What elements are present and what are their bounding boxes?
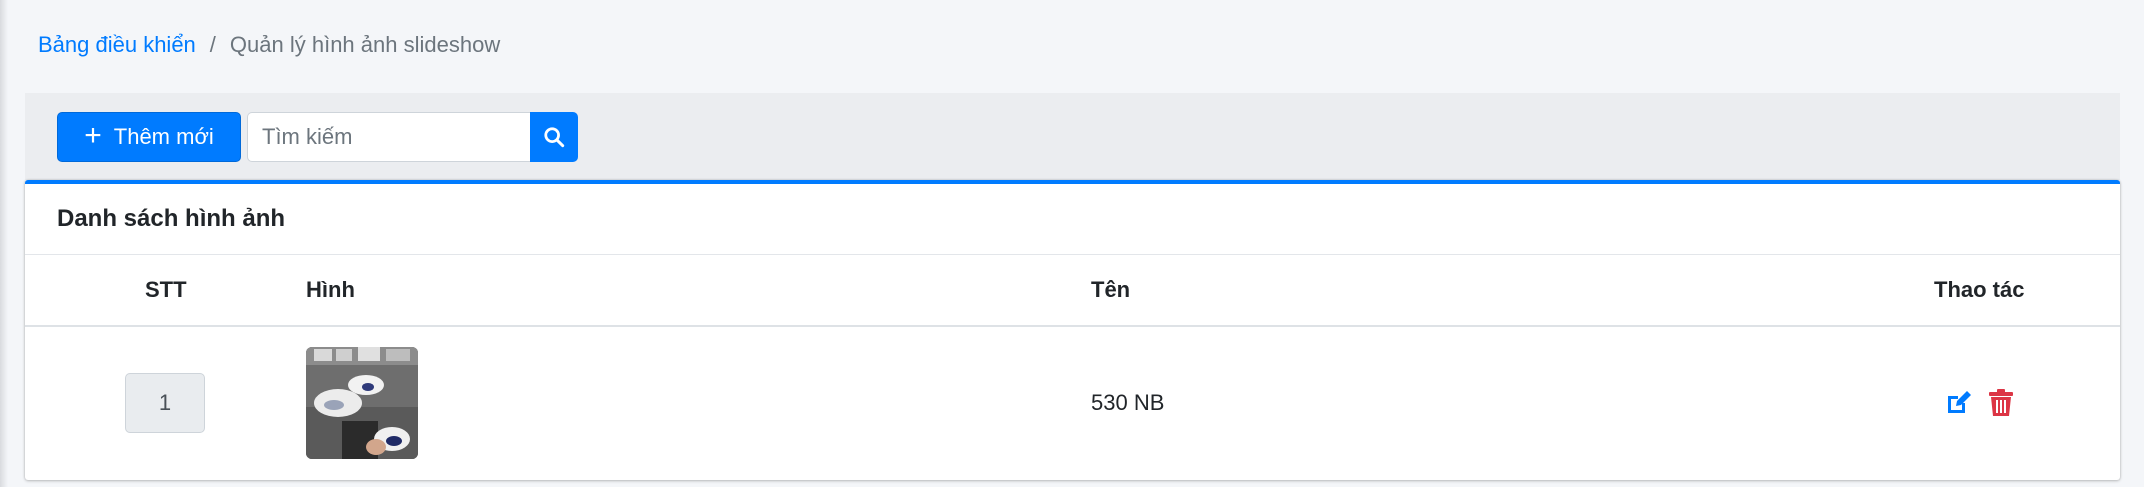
- edit-icon: [1948, 391, 1971, 413]
- actions-cell: [1944, 327, 2014, 479]
- edit-button[interactable]: [1944, 389, 1972, 417]
- breadcrumb-home-link[interactable]: Bảng điều khiển: [38, 32, 196, 58]
- stt-value: 1: [125, 373, 205, 433]
- plus-icon: +: [84, 118, 102, 152]
- search-group: [247, 112, 578, 162]
- breadcrumb: Bảng điều khiển / Quản lý hình ảnh slide…: [38, 32, 500, 58]
- card-title: Danh sách hình ảnh: [57, 205, 286, 232]
- column-header-stt: STT: [145, 277, 187, 302]
- trash-icon: [1989, 389, 2013, 416]
- name-cell: 530 NB: [1091, 390, 1165, 415]
- search-icon: [544, 127, 565, 148]
- stt-cell: 1: [125, 327, 205, 479]
- slideshow-thumbnail: [306, 347, 418, 459]
- image-list-card: Danh sách hình ảnh STT Hình Tên Thao tác…: [25, 180, 2120, 480]
- breadcrumb-separator: /: [209, 32, 216, 57]
- column-header-actions: Thao tác: [1934, 277, 2025, 302]
- table-row: 1 530 NB: [25, 327, 2120, 479]
- column-header-image: Hình: [306, 277, 355, 302]
- window-edge: [0, 0, 8, 487]
- column-header-name: Tên: [1091, 277, 1131, 302]
- image-table: STT Hình Tên Thao tác 1 530 NB: [25, 255, 2120, 479]
- table-header-row: STT Hình Tên Thao tác: [25, 255, 2120, 327]
- add-new-button[interactable]: + Thêm mới: [57, 112, 241, 162]
- search-input[interactable]: [247, 112, 530, 162]
- delete-button[interactable]: [1988, 389, 2014, 417]
- breadcrumb-current: Quản lý hình ảnh slideshow: [229, 32, 501, 57]
- toolbar: + Thêm mới: [25, 93, 2120, 180]
- search-button[interactable]: [530, 112, 578, 162]
- card-header: Danh sách hình ảnh: [25, 184, 2120, 255]
- image-cell: [306, 327, 418, 479]
- add-new-label: Thêm mới: [113, 124, 214, 149]
